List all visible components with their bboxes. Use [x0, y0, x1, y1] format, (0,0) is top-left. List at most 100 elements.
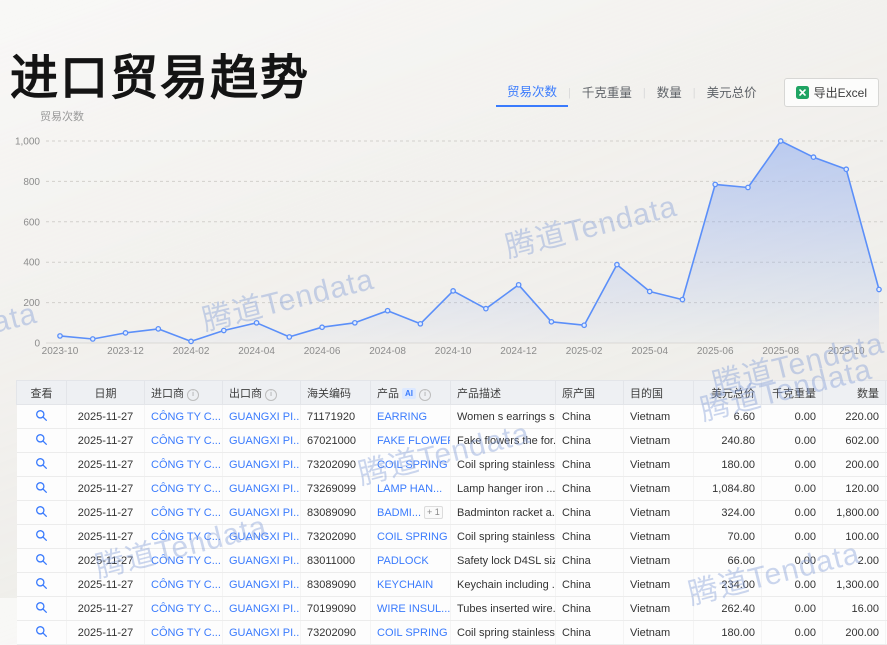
usd-value: 66.00	[727, 555, 755, 567]
date-value: 2025-11-27	[78, 555, 133, 567]
importer-link[interactable]: CÔNG TY C...	[151, 627, 221, 639]
excel-icon	[796, 86, 809, 99]
metric-tab-2[interactable]: 千克重量	[571, 80, 643, 106]
qty-value: 1,300.00	[836, 579, 879, 591]
cell-exporter: GUANGXI PI...	[223, 501, 301, 525]
product-link[interactable]: WIRE INSUL...	[377, 603, 450, 615]
exporter-link[interactable]: GUANGXI PI...	[229, 531, 301, 543]
info-icon[interactable]: i	[265, 389, 277, 401]
product-link[interactable]: FAKE FLOWER	[377, 435, 451, 447]
importer-link[interactable]: CÔNG TY C...	[151, 483, 221, 495]
cell-importer: CÔNG TY C...	[145, 597, 223, 621]
product-link[interactable]: COIL SPRING	[377, 531, 448, 543]
table-row: 2025-11-27CÔNG TY C...GUANGXI PI...73202…	[17, 453, 887, 477]
usd-value: 180.00	[721, 459, 755, 471]
column-header-qty: 数量	[823, 381, 886, 405]
hs-value: 83089090	[307, 507, 356, 519]
metric-tab-4[interactable]: 美元总价	[696, 80, 768, 106]
date-value: 2025-11-27	[78, 483, 133, 495]
importer-link[interactable]: CÔNG TY C...	[151, 507, 221, 519]
qty-value: 200.00	[845, 627, 879, 639]
view-magnifier-icon[interactable]	[35, 505, 48, 518]
cell-exporter: GUANGXI PI...	[223, 573, 301, 597]
exporter-link[interactable]: GUANGXI PI...	[229, 603, 301, 615]
table-row: 2025-11-27CÔNG TY C...GUANGXI PI...83089…	[17, 501, 887, 525]
exporter-link[interactable]: GUANGXI PI...	[229, 435, 301, 447]
view-magnifier-icon[interactable]	[35, 409, 48, 422]
cell-kg: 0.00	[762, 573, 823, 597]
cell-usd: 180.00	[694, 621, 762, 645]
usd-value: 1,084.80	[712, 483, 755, 495]
metric-tab-1[interactable]: 贸易次数	[496, 79, 568, 107]
table-row: 2025-11-27 CÔNG TY C... GUANGXI PI...83011…	[17, 549, 887, 573]
origin-value: China	[562, 507, 591, 519]
column-header-hs: 海关编码	[301, 381, 371, 405]
info-icon[interactable]: i	[419, 389, 431, 401]
view-magnifier-icon[interactable]	[35, 481, 48, 494]
product-link[interactable]: LAMP HAN...	[377, 483, 442, 495]
exporter-link[interactable]: GUANGXI PI...	[229, 627, 301, 639]
exporter-link[interactable]: GUANGXI PI...	[229, 483, 301, 495]
product-link[interactable]: BADMI...	[377, 507, 421, 519]
info-icon[interactable]: i	[187, 389, 199, 401]
cell-dest: Vietnam	[624, 525, 694, 549]
hs-value: 67021000	[307, 435, 356, 447]
view-magnifier-icon[interactable]	[35, 625, 48, 638]
svg-text:2025-06: 2025-06	[697, 346, 734, 357]
view-magnifier-icon[interactable]	[35, 601, 48, 614]
export-excel-button[interactable]: 导出Excel	[784, 78, 879, 107]
importer-link[interactable]: CÔNG TY C...	[151, 435, 221, 447]
cell-kg: 0.00	[762, 429, 823, 453]
cell-exporter: GUANGXI PI...	[223, 597, 301, 621]
date-value: 2025-11-27	[78, 435, 133, 447]
exporter-link[interactable]: GUANGXI PI...	[229, 507, 301, 519]
cell-dest: Vietnam	[624, 429, 694, 453]
cell-origin: China	[556, 573, 624, 597]
exporter-link[interactable]: GUANGXI PI...	[229, 459, 301, 471]
column-header-product: 产品AIi	[371, 381, 451, 405]
cell-product: COIL SPRING	[371, 525, 451, 549]
importer-link[interactable]: CÔNG TY C...	[151, 555, 221, 567]
date-value: 2025-11-27	[78, 627, 133, 639]
product-link[interactable]: COIL SPRING	[377, 459, 448, 471]
view-magnifier-icon[interactable]	[35, 457, 48, 470]
exporter-link[interactable]: GUANGXI PI...	[229, 555, 301, 567]
product-link[interactable]: PADLOCK	[377, 555, 429, 567]
product-link[interactable]: KEYCHAIN	[377, 579, 433, 591]
cell-importer: CÔNG TY C...	[145, 525, 223, 549]
cell-view	[17, 477, 67, 501]
importer-link[interactable]: CÔNG TY C...	[151, 579, 221, 591]
importer-link[interactable]: CÔNG TY C...	[151, 531, 221, 543]
importer-link[interactable]: CÔNG TY C...	[151, 603, 221, 615]
cell-importer: CÔNG TY C...	[145, 501, 223, 525]
svg-text:200: 200	[23, 298, 40, 309]
kg-value: 0.00	[795, 531, 816, 543]
view-magnifier-icon[interactable]	[35, 433, 48, 446]
product-link[interactable]: COIL SPRING	[377, 627, 448, 639]
cell-importer: CÔNG TY C...	[145, 429, 223, 453]
view-magnifier-icon[interactable]	[35, 529, 48, 542]
importer-link[interactable]: CÔNG TY C...	[151, 459, 221, 471]
dest-value: Vietnam	[630, 459, 670, 471]
view-magnifier-icon[interactable]	[35, 577, 48, 590]
importer-link[interactable]: CÔNG TY C...	[151, 411, 221, 423]
product-link[interactable]: EARRING	[377, 411, 427, 423]
trend-chart-svg: 02004006008001,000贸易次数2023-102023-122024…	[0, 108, 887, 364]
usd-value: 6.60	[734, 411, 755, 423]
hs-value: 70199090	[307, 603, 356, 615]
usd-value: 240.80	[721, 435, 755, 447]
exporter-link[interactable]: GUANGXI PI...	[229, 411, 301, 423]
cell-hs: 83011000	[301, 549, 371, 573]
product-more-badge[interactable]: + 1	[424, 506, 443, 519]
exporter-link[interactable]: GUANGXI PI...	[229, 579, 301, 591]
column-header-date: 日期	[67, 381, 145, 405]
metric-tab-3[interactable]: 数量	[646, 80, 693, 106]
cell-hs: 83089090	[301, 573, 371, 597]
kg-value: 0.00	[795, 435, 816, 447]
cell-dest: Vietnam	[624, 477, 694, 501]
column-header-desc: 产品描述	[451, 381, 556, 405]
cell-product: BADMI...+ 1	[371, 501, 451, 525]
view-magnifier-icon[interactable]	[35, 553, 48, 566]
cell-origin: China	[556, 501, 624, 525]
date-value: 2025-11-27	[78, 603, 133, 615]
